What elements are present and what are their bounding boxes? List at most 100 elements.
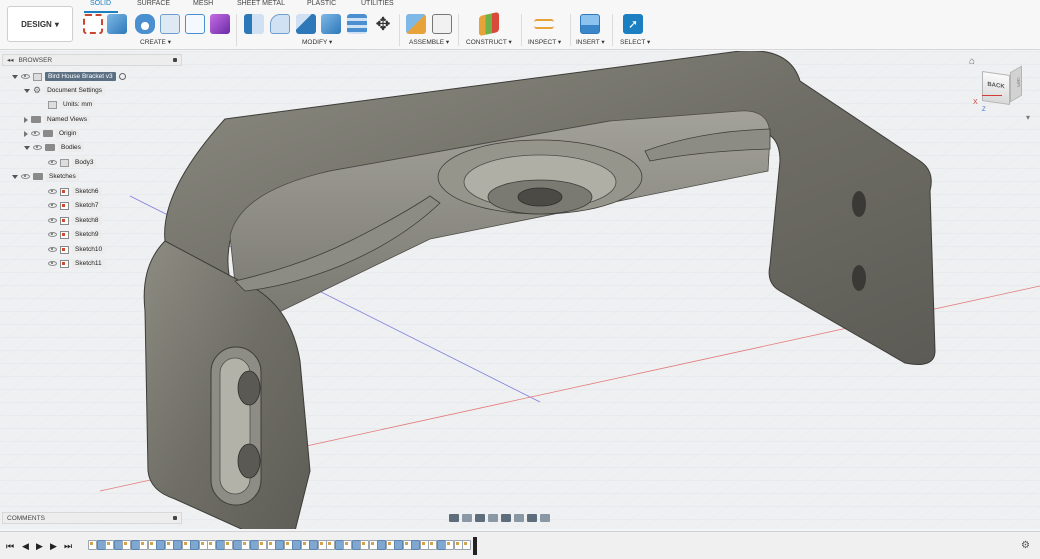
tree-item-units[interactable]: Units: mm xyxy=(48,99,96,110)
visibility-eye-icon[interactable] xyxy=(48,160,57,165)
timeline-sketch-item[interactable] xyxy=(428,540,437,550)
activate-radio-icon[interactable] xyxy=(118,73,126,80)
pattern-icon[interactable] xyxy=(185,14,205,34)
tree-item-sketch[interactable]: Sketch6 xyxy=(48,186,102,197)
expand-toggle-icon[interactable] xyxy=(24,130,28,137)
expand-toggle-icon[interactable] xyxy=(24,116,28,123)
inspect-menu[interactable]: INSPECT ▾ xyxy=(528,38,561,46)
step-forward-icon[interactable]: ▶ xyxy=(50,541,57,552)
timeline-feature-item[interactable] xyxy=(394,540,403,550)
timeline-sketch-item[interactable] xyxy=(258,540,267,550)
timeline-sketch-item[interactable] xyxy=(105,540,114,550)
tree-item-bodies[interactable]: Bodies xyxy=(24,142,84,153)
timeline-sketch-item[interactable] xyxy=(207,540,216,550)
chamfer-icon[interactable] xyxy=(296,14,316,34)
zoom-icon[interactable] xyxy=(488,514,498,522)
grid-settings-icon[interactable] xyxy=(527,514,537,522)
insert-menu[interactable]: INSERT ▾ xyxy=(576,38,605,46)
comments-panel[interactable]: COMMENTS xyxy=(2,512,182,524)
timeline-feature-item[interactable] xyxy=(156,540,165,550)
expand-toggle-icon[interactable] xyxy=(12,74,18,79)
select-cursor-icon[interactable]: ➚ xyxy=(623,14,643,34)
visibility-eye-icon[interactable] xyxy=(31,131,40,136)
tree-item-sketch[interactable]: Sketch9 xyxy=(48,229,102,240)
tree-item-document-settings[interactable]: ⚙ Document Settings xyxy=(24,85,105,96)
look-at-icon[interactable] xyxy=(462,514,472,522)
timeline-feature-item[interactable] xyxy=(411,540,420,550)
timeline-sketch-item[interactable] xyxy=(224,540,233,550)
tree-item-body3[interactable]: Body3 xyxy=(48,157,97,168)
timeline-sketch-item[interactable] xyxy=(122,540,131,550)
assemble-menu[interactable]: ASSEMBLE ▾ xyxy=(409,38,449,46)
measure-icon[interactable] xyxy=(534,19,554,29)
visibility-eye-icon[interactable] xyxy=(48,189,57,194)
timeline-feature-item[interactable] xyxy=(309,540,318,550)
joint-icon[interactable] xyxy=(432,14,452,34)
collapse-panel-icon[interactable]: ◂◂ xyxy=(7,56,14,64)
timeline-sketch-item[interactable] xyxy=(462,540,471,550)
orbit-icon[interactable] xyxy=(449,514,459,522)
visibility-eye-icon[interactable] xyxy=(48,247,57,252)
tab-surface[interactable]: SURFACE xyxy=(137,0,170,7)
select-menu[interactable]: SELECT ▾ xyxy=(620,38,650,46)
panel-menu-icon[interactable] xyxy=(173,516,177,520)
tree-item-sketch[interactable]: Sketch10 xyxy=(48,244,106,255)
combine-icon[interactable] xyxy=(347,14,367,34)
step-back-icon[interactable]: ◀ xyxy=(22,541,29,552)
visibility-eye-icon[interactable] xyxy=(48,232,57,237)
pan-icon[interactable] xyxy=(475,514,485,522)
timeline-feature-item[interactable] xyxy=(190,540,199,550)
create-menu[interactable]: CREATE ▾ xyxy=(140,38,171,46)
play-icon[interactable]: ▶ xyxy=(36,541,43,552)
expand-toggle-icon[interactable] xyxy=(12,174,18,179)
go-to-start-icon[interactable]: ⏮ xyxy=(6,541,14,552)
tab-sheet-metal[interactable]: SHEET METAL xyxy=(237,0,285,7)
timeline-sketch-item[interactable] xyxy=(445,540,454,550)
timeline-feature-item[interactable] xyxy=(292,540,301,550)
shell-icon[interactable] xyxy=(321,14,341,34)
timeline-feature-item[interactable] xyxy=(173,540,182,550)
expand-toggle-icon[interactable] xyxy=(24,145,30,150)
new-component-icon[interactable] xyxy=(406,14,426,34)
fillet-icon[interactable] xyxy=(270,14,290,34)
construct-menu[interactable]: CONSTRUCT ▾ xyxy=(466,38,512,46)
panel-menu-icon[interactable] xyxy=(173,58,177,62)
tab-utilities[interactable]: UTILITIES xyxy=(361,0,394,7)
timeline-marker[interactable] xyxy=(473,537,477,555)
gear-icon[interactable]: ⚙ xyxy=(1021,540,1030,551)
timeline-sketch-item[interactable] xyxy=(326,540,335,550)
tab-mesh[interactable]: MESH xyxy=(193,0,213,7)
zoom-window-icon[interactable] xyxy=(501,514,511,522)
tree-item-sketch[interactable]: Sketch11 xyxy=(48,258,105,269)
revolve-icon[interactable] xyxy=(135,14,155,34)
tree-root[interactable]: Bird House Bracket v3 xyxy=(12,71,126,82)
tree-item-origin[interactable]: Origin xyxy=(24,128,80,139)
timeline-sketch-item[interactable] xyxy=(139,540,148,550)
timeline-sketch-item[interactable] xyxy=(360,540,369,550)
press-pull-icon[interactable] xyxy=(244,14,264,34)
timeline-feature-item[interactable] xyxy=(377,540,386,550)
go-to-end-icon[interactable]: ⏭ xyxy=(64,541,72,552)
tree-item-sketches[interactable]: Sketches xyxy=(12,171,79,182)
offset-plane-icon[interactable] xyxy=(479,11,499,37)
visibility-eye-icon[interactable] xyxy=(21,174,30,179)
visibility-eye-icon[interactable] xyxy=(33,145,42,150)
tab-solid[interactable]: SOLID xyxy=(90,0,111,7)
tab-plastic[interactable]: PLASTIC xyxy=(307,0,336,7)
hole-icon[interactable] xyxy=(160,14,180,34)
visibility-eye-icon[interactable] xyxy=(48,203,57,208)
tree-item-sketch[interactable]: Sketch7 xyxy=(48,200,102,211)
visibility-eye-icon[interactable] xyxy=(21,74,30,79)
display-settings-icon[interactable] xyxy=(514,514,524,522)
modify-menu[interactable]: MODIFY ▾ xyxy=(302,38,332,46)
expand-toggle-icon[interactable] xyxy=(24,88,30,93)
view-cube-face[interactable]: BACK xyxy=(982,71,1010,105)
visibility-eye-icon[interactable] xyxy=(48,261,57,266)
tree-item-sketch[interactable]: Sketch8 xyxy=(48,215,102,226)
extrude-icon[interactable] xyxy=(107,14,127,34)
timeline-sketch-item[interactable] xyxy=(241,540,250,550)
create-sketch-icon[interactable] xyxy=(83,14,103,34)
chevron-down-icon[interactable]: ▾ xyxy=(1026,113,1030,122)
timeline-sketch-item[interactable] xyxy=(343,540,352,550)
view-cube[interactable]: BACK LEFT X Z ▾ xyxy=(968,65,1038,131)
